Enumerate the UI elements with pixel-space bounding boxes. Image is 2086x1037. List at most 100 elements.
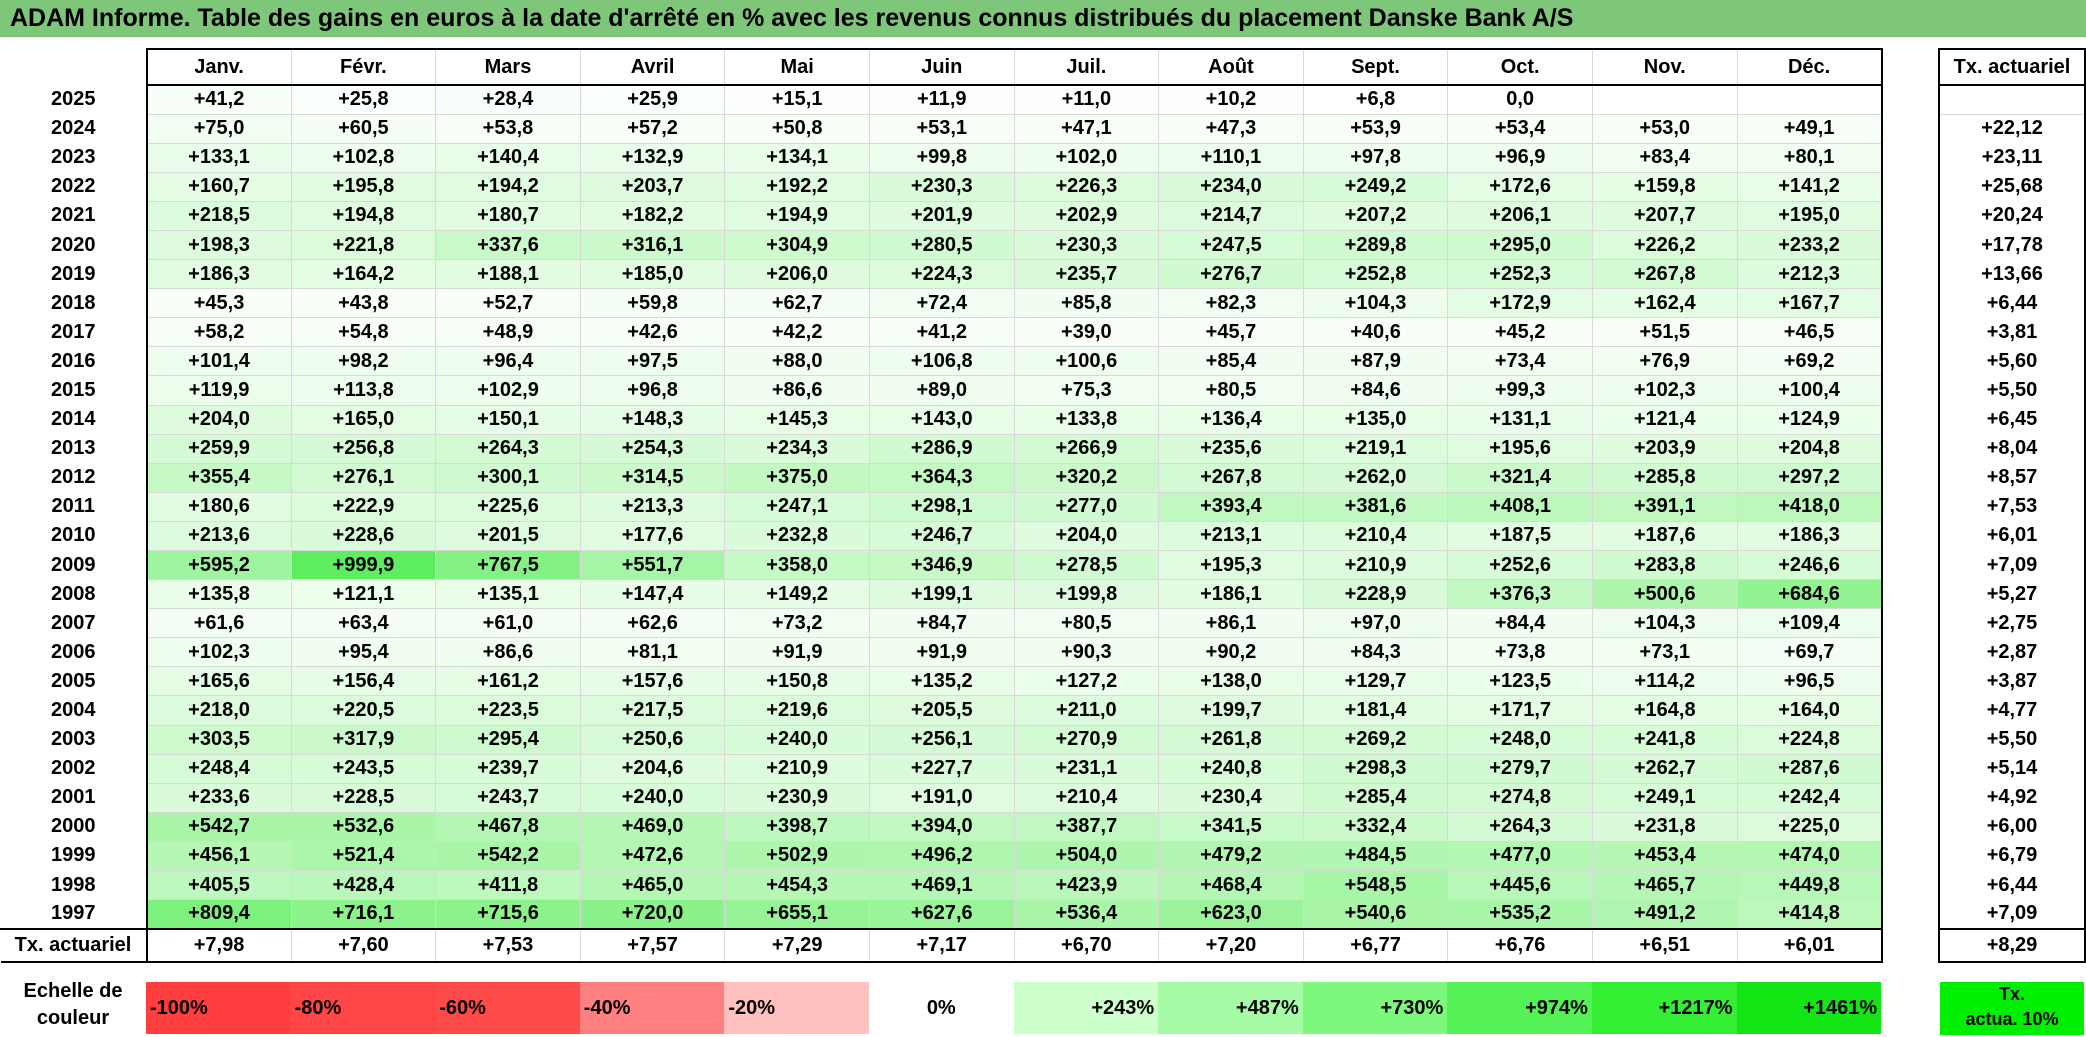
gain-cell: +161,2 [435, 666, 581, 697]
yearly-rate-cell: +6,44 [1938, 870, 2086, 901]
gain-cell: +276,7 [1158, 259, 1304, 290]
gain-cell: +53,1 [868, 113, 1015, 144]
color-scale-actuarial-line1: Tx. [1998, 984, 2025, 1004]
year-label: 2007 [0, 608, 147, 639]
side-row: +6,45 [1938, 404, 2086, 435]
table-row: 2010 +213,6 +228,6 +201,5 +177,6 +232,8 +246,7… [0, 520, 1883, 552]
side-row: +7,53 [1938, 491, 2086, 522]
gain-cell: +225,0 [1736, 811, 1883, 842]
gain-cell: +278,5 [1013, 549, 1160, 581]
gain-cell: +203,9 [1591, 433, 1738, 464]
gain-cell: +300,1 [435, 462, 581, 493]
yearly-rate-cell: +20,24 [1938, 200, 2086, 231]
gain-cell: +134,1 [724, 142, 870, 173]
gain-cell: +240,0 [579, 782, 726, 813]
gain-cell: +321,4 [1447, 462, 1593, 493]
gain-cell: +211,0 [1013, 695, 1160, 726]
table-row: 2024 +75,0 +60,5 +53,8 +57,2 +50,8 +53,1 +47,1 +… [0, 113, 1883, 144]
gain-cell: +135,2 [868, 666, 1015, 697]
gain-cell: +270,9 [1013, 724, 1160, 755]
gain-cell: +45,3 [145, 288, 292, 319]
year-label: 2018 [0, 288, 147, 319]
side-row: +23,11 [1938, 142, 2086, 173]
table-row: 2008 +135,8 +121,1 +135,1 +147,4 +149,2 +199,1… [0, 579, 1883, 610]
gain-cell: +484,5 [1302, 840, 1449, 872]
gain-cell: +210,4 [1302, 520, 1449, 552]
gain-cell: +80,5 [1158, 375, 1304, 406]
gain-cell: +203,7 [579, 171, 726, 202]
gain-cell: +213,1 [1158, 520, 1304, 552]
side-row: +8,57 [1938, 462, 2086, 493]
year-label: 2013 [0, 433, 147, 464]
year-label: 2004 [0, 695, 147, 726]
gain-cell: +73,2 [724, 608, 870, 639]
gain-cell: +391,1 [1591, 491, 1738, 522]
gain-cell: +159,8 [1591, 171, 1738, 202]
gain-cell: +246,6 [1736, 549, 1883, 581]
table-row: 1998 +405,5 +428,4 +411,8 +465,0 +454,3 +469,1… [0, 870, 1883, 901]
gain-cell: +233,2 [1736, 229, 1883, 261]
gain-cell: +264,3 [435, 433, 581, 464]
gain-cell: +150,8 [724, 666, 870, 697]
gain-cell: +164,2 [290, 259, 437, 290]
gain-cell: +252,8 [1302, 259, 1449, 290]
gain-cell: +266,9 [1013, 433, 1160, 464]
gain-cell: +317,9 [290, 724, 437, 755]
gain-cell: +171,7 [1447, 695, 1593, 726]
gain-cell: +86,1 [1158, 608, 1304, 639]
gain-cell: +341,5 [1158, 811, 1304, 842]
side-row: +3,87 [1938, 666, 2086, 697]
gain-cell [1736, 84, 1883, 115]
gain-cell: +320,2 [1013, 462, 1160, 493]
yearly-rate-cell: +3,87 [1938, 666, 2086, 697]
overall-rate-cell: +8,29 [1938, 927, 2086, 963]
month-header: Févr. [290, 48, 437, 86]
color-scale-label: Echelle de couleur [0, 978, 146, 1035]
year-label: 2017 [0, 317, 147, 348]
gain-cell: +247,1 [724, 491, 870, 522]
gain-cell: +69,7 [1736, 637, 1883, 668]
gain-cell: +132,9 [579, 142, 726, 173]
gain-cell: +542,7 [145, 811, 292, 842]
color-scale-actuarial-line2: actua. 10% [1965, 1009, 2059, 1029]
gain-cell: +387,7 [1013, 811, 1160, 842]
gain-cell: +500,6 [1591, 579, 1738, 610]
gain-cell: +468,4 [1158, 870, 1304, 901]
table-row: 1997 +809,4 +716,1 +715,6 +720,0 +655,1 +627,6… [0, 899, 1883, 930]
gain-cell: +15,1 [724, 84, 870, 115]
yearly-rate-cell: +3,81 [1938, 317, 2086, 348]
yearly-rate-table: Tx. actuariel +22,12 +23,11 +25,68 +20,24 +17… [1938, 48, 2086, 963]
table-row: 2023 +133,1 +102,8 +140,4 +132,9 +134,1 +99,8 +… [0, 142, 1883, 173]
gain-cell: +109,4 [1736, 608, 1883, 639]
gain-cell: +28,4 [435, 84, 581, 115]
gain-cell: +172,9 [1447, 288, 1593, 319]
gain-cell: +172,6 [1447, 171, 1593, 202]
year-label: 2012 [0, 462, 147, 493]
table-row: 2004 +218,0 +220,5 +223,5 +217,5 +219,6 +205,5… [0, 695, 1883, 726]
gain-cell: +102,0 [1013, 142, 1160, 173]
year-label: 2009 [0, 549, 147, 581]
gain-cell: +496,2 [868, 840, 1015, 872]
gain-cell: +716,1 [290, 899, 437, 930]
gain-cell: +195,3 [1158, 549, 1304, 581]
year-label: 2005 [0, 666, 147, 697]
gain-cell: +182,2 [579, 200, 726, 231]
gain-cell: +101,4 [145, 346, 292, 377]
gain-cell: +228,9 [1302, 579, 1449, 610]
gain-cell: +295,0 [1447, 229, 1593, 261]
side-row: +6,79 [1938, 840, 2086, 872]
gain-cell: +43,8 [290, 288, 437, 319]
side-row: +6,44 [1938, 288, 2086, 319]
gain-cell: +231,8 [1591, 811, 1738, 842]
color-scale: -100% -80% -60% -40% -20% 0% +243% +487% +730% +9… [146, 982, 1882, 1034]
gain-cell: +467,8 [435, 811, 581, 842]
color-scale-swatch: +1217% [1591, 982, 1737, 1034]
gain-cell: 0,0 [1447, 84, 1593, 115]
gain-cell: +195,6 [1447, 433, 1593, 464]
gain-cell: +715,6 [435, 899, 581, 930]
year-label: 2000 [0, 811, 147, 842]
yearly-rate-cell: +22,12 [1938, 113, 2086, 144]
side-row: +6,44 [1938, 870, 2086, 901]
gain-cell: +59,8 [579, 288, 726, 319]
gain-cell: +207,7 [1591, 200, 1738, 231]
